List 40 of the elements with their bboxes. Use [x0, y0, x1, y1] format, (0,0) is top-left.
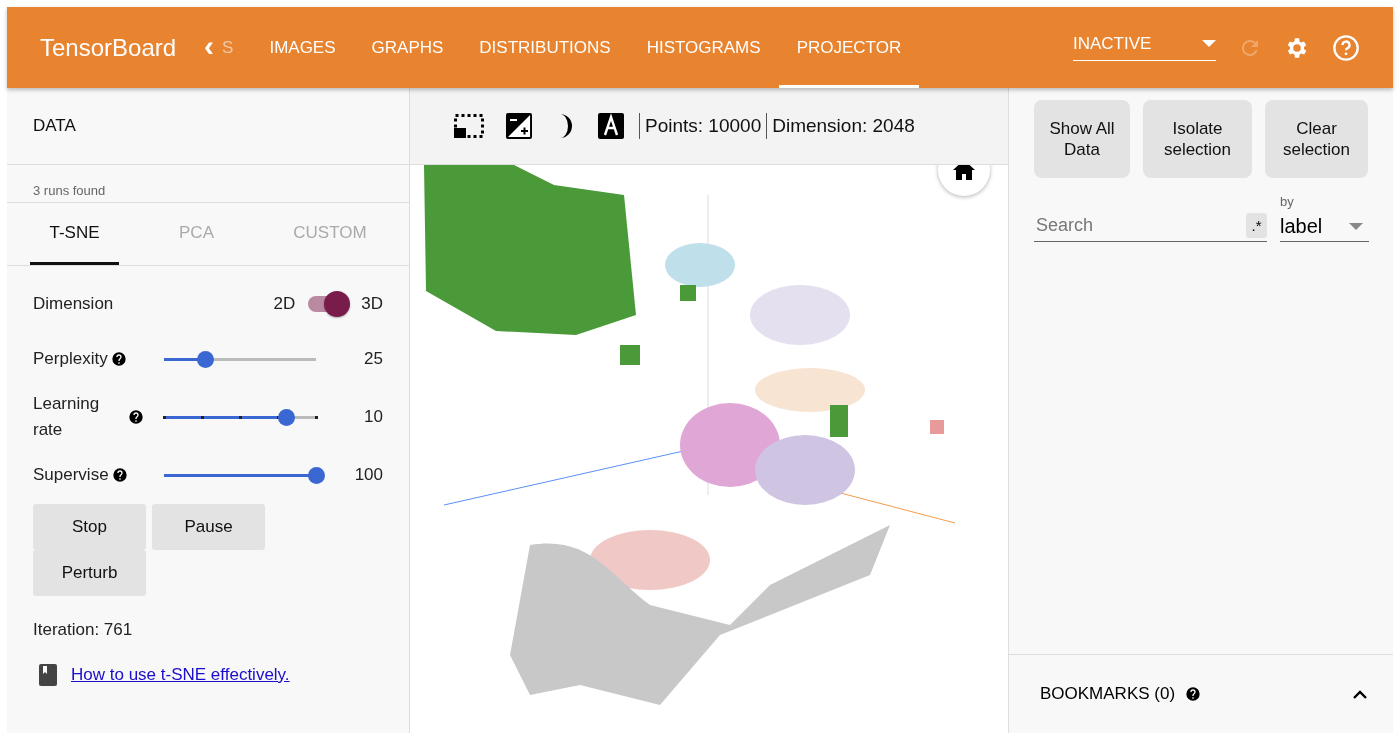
dropdown-arrow-icon	[1349, 222, 1363, 231]
iteration-count: Iteration: 761	[33, 620, 134, 640]
collapse-icon	[1353, 689, 1367, 699]
label-icon[interactable]	[598, 113, 624, 139]
action-button[interactable]: Pause	[152, 504, 265, 550]
setting-label: Learning rate	[33, 393, 101, 441]
slider-value: 10	[364, 407, 383, 427]
projection-tab[interactable]: T-SNE	[30, 203, 119, 265]
slider-value: 25	[364, 349, 383, 369]
action-button[interactable]: Perturb	[33, 550, 146, 596]
setting-label: Dimension	[33, 294, 114, 314]
color-by-dropdown[interactable]: label	[1280, 215, 1369, 242]
dropdown-arrow-icon	[1202, 40, 1216, 48]
home-icon	[953, 165, 975, 180]
runs-count: 3 runs found	[33, 183, 106, 198]
help-icon[interactable]	[128, 409, 144, 425]
book-icon	[39, 664, 57, 686]
app-title: TensorBoard	[40, 33, 177, 62]
action-button[interactable]: Show All Data	[1034, 100, 1130, 178]
help-icon[interactable]	[111, 467, 128, 483]
brightness-contrast-icon[interactable]	[506, 113, 532, 139]
action-button[interactable]: Stop	[33, 504, 146, 550]
setting-label: Supervise	[33, 465, 109, 485]
section-title: DATA	[33, 116, 76, 136]
search-field[interactable]: Search .*	[1034, 213, 1267, 242]
dimension-count: Dimension: 2048	[772, 115, 915, 137]
action-button[interactable]: Isolate selection	[1143, 100, 1252, 178]
action-button[interactable]: Clear selection	[1265, 100, 1368, 178]
tsne-guide-link[interactable]: How to use t-SNE effectively.	[71, 665, 290, 685]
slider-value: 100	[354, 465, 383, 485]
help-icon[interactable]	[110, 351, 127, 367]
help-icon[interactable]	[1185, 686, 1202, 702]
option-label: 2D	[273, 294, 296, 314]
field-label: by	[1280, 194, 1295, 209]
setting-label: Perplexity	[33, 349, 108, 369]
selection-icon[interactable]	[454, 114, 484, 138]
regex-toggle[interactable]: .*	[1246, 213, 1267, 238]
bookmarks-header[interactable]: BOOKMARKS (0)	[1009, 655, 1393, 733]
points-count: Points: 10000	[645, 115, 762, 137]
option-label: 3D	[361, 294, 383, 314]
